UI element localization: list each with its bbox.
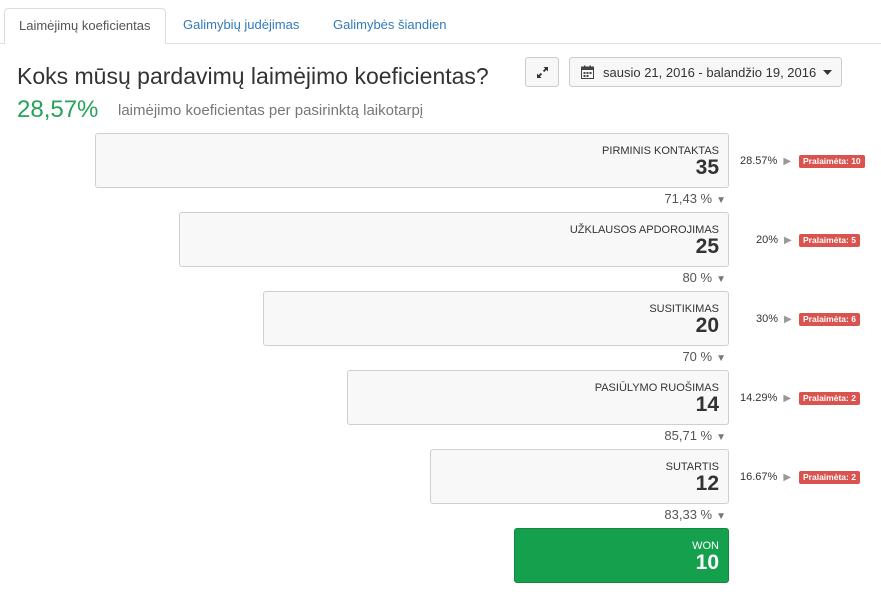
arrow-down-icon: ▼ [716, 353, 726, 364]
stage-count: 14 [695, 393, 719, 416]
conversion-rate: 70 % ▼ [682, 349, 726, 364]
arrow-down-icon: ▼ [716, 432, 726, 443]
date-range-label: sausio 21, 2016 - balandžio 19, 2016 [603, 65, 817, 80]
tab-win-rate[interactable]: Laimėjimų koeficientas [4, 8, 166, 44]
tab-opportunities-today[interactable]: Galimybės šiandien [319, 8, 460, 44]
lost-badge[interactable]: Pralaimėta: 2 [799, 392, 860, 405]
stage-lost-percent: 14.29% ▶ [740, 392, 792, 404]
lost-badge[interactable]: Pralaimėta: 2 [799, 471, 860, 484]
funnel-stage-contract: SUTARTIS 12 [430, 449, 729, 504]
conversion-rate: 83,33 % ▼ [664, 507, 726, 522]
stage-count: 10 [695, 551, 719, 574]
tab-opportunity-movement[interactable]: Galimybių judėjimas [169, 8, 313, 44]
expand-icon [537, 67, 548, 78]
conversion-rate: 71,43 % ▼ [664, 191, 726, 206]
lost-badge[interactable]: Pralaimėta: 5 [799, 234, 860, 247]
funnel-stage-initial-contact: PIRMINIS KONTAKTAS 35 [95, 133, 729, 188]
tab-bar: Laimėjimų koeficientas Galimybių judėjim… [0, 0, 881, 44]
arrow-right-icon: ▶ [783, 393, 792, 404]
conversion-rate: 85,71 % ▼ [664, 428, 726, 443]
lost-badge[interactable]: Pralaimėta: 6 [799, 313, 860, 326]
arrow-down-icon: ▼ [716, 274, 726, 285]
funnel-stage-inquiry-processing: UŽKLAUSOS APDOROJIMAS 25 [179, 212, 729, 267]
expand-button[interactable] [525, 57, 559, 87]
arrow-right-icon: ▶ [784, 235, 792, 246]
stage-lost-percent: 28.57% ▶ [740, 155, 792, 167]
stage-lost-percent: 16.67% ▶ [740, 471, 792, 483]
funnel-stage-proposal: PASIŪLYMO RUOŠIMAS 14 [347, 370, 729, 425]
date-range-picker[interactable]: sausio 21, 2016 - balandžio 19, 2016 [569, 57, 842, 87]
arrow-right-icon: ▶ [784, 314, 792, 325]
stage-count: 12 [695, 472, 719, 495]
arrow-down-icon: ▼ [716, 511, 726, 522]
funnel-stage-won: WON 10 [514, 528, 729, 583]
arrow-down-icon: ▼ [716, 195, 726, 206]
stage-count: 20 [695, 314, 719, 337]
calendar-icon [581, 65, 594, 79]
stage-lost-percent: 30% ▶ [756, 313, 792, 325]
arrow-right-icon: ▶ [783, 156, 792, 167]
win-rate-description: laimėjimo koeficientas per pasirinktą la… [118, 102, 424, 119]
page-title: Koks mūsų pardavimų laimėjimo koeficient… [17, 63, 489, 89]
funnel-stage-meeting: SUSITIKIMAS 20 [263, 291, 729, 346]
lost-badge[interactable]: Pralaimėta: 10 [799, 155, 865, 168]
stage-lost-percent: 20% ▶ [756, 234, 792, 246]
caret-down-icon [823, 70, 832, 75]
arrow-right-icon: ▶ [783, 472, 792, 483]
win-rate-value: 28,57% [17, 96, 99, 123]
stage-count: 25 [695, 235, 719, 258]
stage-count: 35 [695, 156, 719, 179]
conversion-rate: 80 % ▼ [682, 270, 726, 285]
